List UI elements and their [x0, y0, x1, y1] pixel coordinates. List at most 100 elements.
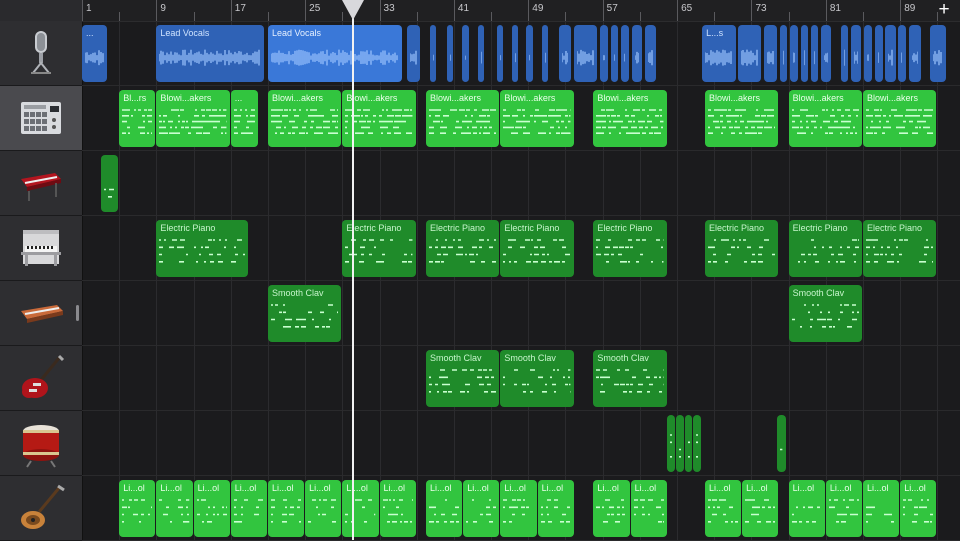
midi-region[interactable]: Li...ol [630, 480, 667, 537]
midi-region[interactable]: Blowi...akers [500, 90, 574, 147]
midi-region[interactable]: Electric Piano [593, 220, 667, 277]
audio-region[interactable]: Lead Vocals [156, 25, 265, 82]
midi-region[interactable]: Li...ol [788, 480, 825, 537]
midi-region[interactable]: Li...ol [230, 480, 268, 537]
audio-region[interactable] [908, 25, 921, 82]
track-lane[interactable] [82, 411, 960, 476]
midi-region[interactable]: Li...ol [825, 480, 863, 537]
track-header[interactable] [0, 411, 82, 476]
audio-region[interactable] [447, 25, 454, 82]
audio-region[interactable] [738, 25, 761, 82]
playhead-line[interactable] [352, 0, 355, 540]
add-track-button[interactable]: + [934, 0, 954, 21]
midi-region[interactable]: Blowi...akers [426, 90, 500, 147]
midi-region[interactable]: Li...ol [379, 480, 416, 537]
audio-region[interactable] [621, 25, 629, 82]
audio-region[interactable] [478, 25, 485, 82]
midi-region[interactable]: Electric Piano [788, 220, 863, 277]
track-header[interactable] [0, 476, 82, 541]
midi-region[interactable]: Li...ol [537, 480, 574, 537]
track-header[interactable] [0, 281, 82, 346]
track-header[interactable] [0, 346, 82, 411]
audio-region[interactable] [840, 25, 849, 82]
audio-region[interactable] [496, 25, 504, 82]
track-header[interactable] [0, 216, 82, 281]
audio-region[interactable] [863, 25, 873, 82]
midi-notes [596, 236, 664, 273]
audio-region[interactable]: ... [82, 25, 108, 82]
midi-region[interactable] [666, 415, 676, 472]
midi-region[interactable]: Li...ol [426, 480, 463, 537]
midi-region[interactable] [777, 415, 786, 472]
audio-region[interactable] [611, 25, 619, 82]
midi-region[interactable]: Li...ol [193, 480, 230, 537]
midi-region[interactable]: Smooth Clav [426, 350, 500, 407]
midi-region[interactable] [684, 415, 692, 472]
midi-region[interactable]: Li...ol [156, 480, 193, 537]
midi-region[interactable]: Li...ol [267, 480, 305, 537]
audio-region[interactable] [631, 25, 642, 82]
midi-region[interactable]: Li...ol [305, 480, 342, 537]
midi-region[interactable]: Electric Piano [426, 220, 500, 277]
audio-region[interactable] [558, 25, 572, 82]
audio-region[interactable] [898, 25, 906, 82]
header-resize-handle[interactable] [76, 305, 79, 321]
midi-region[interactable] [692, 415, 702, 472]
midi-region[interactable]: Li...ol [704, 480, 742, 537]
audio-region[interactable] [875, 25, 883, 82]
midi-region[interactable]: Blowi...akers [267, 90, 342, 147]
midi-region[interactable]: Blowi...akers [704, 90, 779, 147]
timeline-ruler[interactable]: 1 9 17 25 33 41 49 57 65 73 81 89 [82, 0, 960, 22]
midi-region[interactable]: Smooth Clav [267, 285, 342, 342]
audio-region[interactable] [780, 25, 787, 82]
midi-region[interactable]: Blowi...akers [788, 90, 863, 147]
midi-region[interactable]: Electric Piano [500, 220, 574, 277]
audio-region[interactable] [885, 25, 896, 82]
midi-region[interactable] [100, 155, 119, 212]
midi-region[interactable]: Bl...rs [119, 90, 156, 147]
playhead-handle[interactable] [342, 0, 365, 20]
midi-region[interactable]: Li...ol [900, 480, 937, 537]
audio-region[interactable] [511, 25, 518, 82]
midi-region[interactable]: Li...ol [342, 480, 379, 537]
midi-region[interactable]: Electric Piano [156, 220, 249, 277]
midi-region[interactable]: Li...ol [119, 480, 156, 537]
audio-region[interactable] [789, 25, 798, 82]
audio-region[interactable] [542, 25, 549, 82]
midi-region[interactable]: Smooth Clav [593, 350, 667, 407]
audio-region[interactable] [462, 25, 469, 82]
audio-region[interactable] [929, 25, 946, 82]
midi-region[interactable]: Li...ol [593, 480, 630, 537]
midi-region[interactable]: Blowi...akers [863, 90, 937, 147]
audio-region[interactable] [599, 25, 609, 82]
audio-region[interactable] [573, 25, 598, 82]
midi-region[interactable]: ... [230, 90, 258, 147]
audio-region[interactable]: L...s [702, 25, 736, 82]
midi-region[interactable]: Smooth Clav [500, 350, 574, 407]
midi-region[interactable]: Blowi...akers [156, 90, 230, 147]
midi-region[interactable]: Li...ol [463, 480, 500, 537]
track-header[interactable] [0, 151, 82, 216]
track-header[interactable] [0, 86, 82, 151]
audio-region[interactable] [645, 25, 656, 82]
track-header[interactable] [0, 21, 82, 86]
audio-region[interactable] [407, 25, 421, 82]
audio-region[interactable] [429, 25, 437, 82]
midi-region[interactable] [676, 415, 684, 472]
midi-region[interactable]: Li...ol [500, 480, 537, 537]
audio-region[interactable] [850, 25, 862, 82]
track-lane[interactable] [82, 151, 960, 216]
audio-region[interactable] [821, 25, 832, 82]
midi-region[interactable]: Blowi...akers [593, 90, 667, 147]
midi-region[interactable]: Li...ol [863, 480, 900, 537]
audio-region[interactable] [763, 25, 778, 82]
audio-region[interactable] [810, 25, 819, 82]
midi-region[interactable]: Electric Piano [863, 220, 937, 277]
midi-region[interactable]: Electric Piano [704, 220, 779, 277]
midi-region[interactable]: Smooth Clav [788, 285, 863, 342]
audio-region[interactable]: Lead Vocals [267, 25, 402, 82]
audio-region[interactable] [526, 25, 533, 82]
microphone-icon [15, 27, 67, 84]
audio-region[interactable] [800, 25, 809, 82]
midi-region[interactable]: Li...ol [742, 480, 779, 537]
